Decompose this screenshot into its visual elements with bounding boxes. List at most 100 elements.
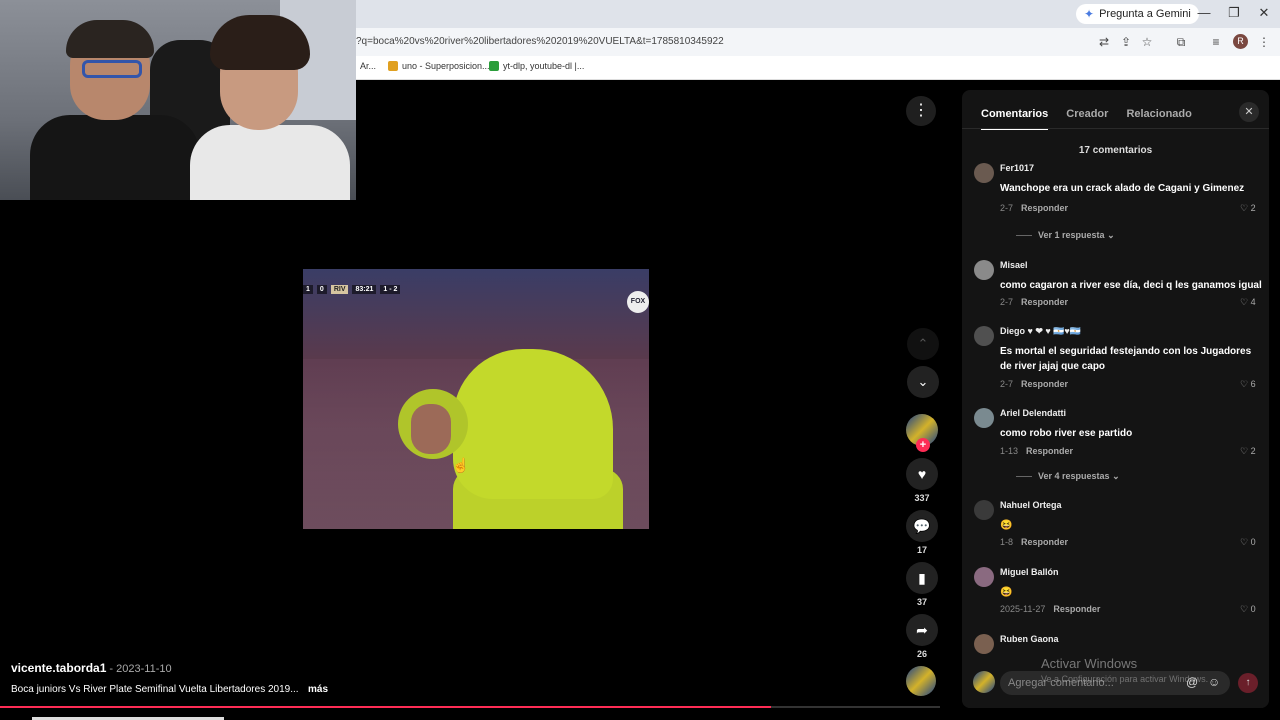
extensions-icon[interactable]: ⧉ bbox=[1173, 34, 1189, 50]
previous-video-icon[interactable]: ⌃ bbox=[907, 328, 939, 360]
save-button[interactable]: ▮ bbox=[906, 562, 938, 594]
comment-username[interactable]: Miguel Ballón bbox=[1000, 567, 1059, 577]
post-author[interactable]: vicente.taborda1 - 2023-11-10 bbox=[11, 661, 172, 675]
replies-line bbox=[1016, 235, 1032, 237]
comment-username[interactable]: Nahuel Ortega bbox=[1000, 500, 1062, 510]
like-button[interactable]: ♥ bbox=[906, 458, 938, 490]
reply-button[interactable]: Responder bbox=[1021, 379, 1068, 389]
avatar[interactable] bbox=[974, 567, 994, 587]
avatar[interactable] bbox=[974, 326, 994, 346]
more-link[interactable]: más bbox=[308, 684, 328, 695]
comment-meta: 2-7 Responder bbox=[1000, 379, 1068, 389]
reply-button[interactable]: Responder bbox=[1021, 203, 1068, 213]
streamer-left-body bbox=[30, 115, 200, 200]
comment-count-label: 17 comentarios bbox=[1078, 145, 1153, 156]
comment-text: como robo river ese partido bbox=[1000, 428, 1133, 439]
comment-meta: 2025-11-27 Responder bbox=[1000, 604, 1100, 614]
player-figure bbox=[453, 349, 613, 499]
music-disc[interactable] bbox=[906, 666, 936, 696]
comment-like-count: 0 bbox=[1250, 604, 1256, 614]
url-input[interactable]: ?q=boca%20vs%20river%20libertadores%2020… bbox=[356, 36, 724, 47]
comment-username[interactable]: Ariel Delendatti bbox=[1000, 408, 1066, 418]
bookmark-item[interactable]: yt-dlp, youtube-dl |... bbox=[489, 61, 584, 71]
avatar[interactable] bbox=[974, 260, 994, 280]
heart-icon: ♥ bbox=[917, 466, 927, 482]
comment-like[interactable]: ♡ 6 bbox=[1240, 379, 1256, 390]
bookmark-label: uno - Superposicion... bbox=[402, 61, 490, 71]
comment-username[interactable]: Misael bbox=[1000, 260, 1028, 270]
avatar[interactable] bbox=[974, 163, 994, 183]
broadcaster-logo: FOX bbox=[627, 291, 649, 313]
webcam-overlay bbox=[0, 0, 356, 200]
more-options-icon[interactable]: ⋮ bbox=[906, 96, 936, 126]
share-button[interactable]: ➦ bbox=[906, 614, 938, 646]
comment-date: 2025-11-27 bbox=[1000, 604, 1046, 614]
match-clock: 83:21 bbox=[352, 284, 377, 294]
minimize-icon[interactable]: — bbox=[1194, 5, 1214, 20]
avatar[interactable] bbox=[974, 500, 994, 520]
next-video-icon[interactable]: ⌄ bbox=[907, 366, 939, 398]
reply-button[interactable]: Responder bbox=[1021, 297, 1068, 307]
video-player[interactable]: 1 0 RIV 83:21 1 - 2 FOX bbox=[303, 269, 649, 529]
save-count: 37 bbox=[916, 597, 927, 607]
tab-creador[interactable]: Creador bbox=[1066, 108, 1108, 130]
comment-like-count: 0 bbox=[1250, 537, 1256, 547]
chevron-down-icon: ⌄ bbox=[1112, 471, 1120, 481]
streamer-right bbox=[180, 15, 350, 200]
bookmark-label: Ar... bbox=[360, 61, 377, 71]
avatar bbox=[973, 671, 995, 693]
panel-tabs: Comentarios Creador Relacionado bbox=[981, 108, 1192, 130]
avatar[interactable] bbox=[974, 408, 994, 428]
activation-watermark-title: Activar Windows bbox=[1041, 656, 1138, 671]
close-panel-icon[interactable]: ✕ bbox=[1239, 102, 1259, 122]
translate-icon[interactable]: ⇄ bbox=[1096, 34, 1112, 50]
comment-like-count: 2 bbox=[1250, 203, 1256, 213]
comment-date: 2-7 bbox=[1000, 297, 1014, 307]
comment-like[interactable]: ♡ 4 bbox=[1240, 297, 1256, 308]
view-replies-button[interactable]: Ver 1 respuesta ⌄ bbox=[1016, 230, 1115, 241]
author-name[interactable]: vicente.taborda1 bbox=[11, 661, 106, 675]
follow-plus-icon[interactable]: + bbox=[916, 438, 930, 452]
bookmark-item[interactable]: Ar... bbox=[360, 61, 376, 71]
reply-button[interactable]: Responder bbox=[1053, 604, 1100, 614]
tab-comentarios[interactable]: Comentarios bbox=[981, 108, 1049, 130]
comment-text: 😆 bbox=[1000, 520, 1013, 531]
media-control-icon[interactable]: ≡ bbox=[1208, 34, 1224, 50]
bookmark-star-icon[interactable]: ☆ bbox=[1139, 34, 1155, 50]
reply-button[interactable]: Responder bbox=[1021, 537, 1068, 547]
comment-like[interactable]: ♡ 0 bbox=[1240, 537, 1256, 548]
install-icon[interactable]: ⇪ bbox=[1118, 34, 1134, 50]
emoji-icon[interactable]: ☺ bbox=[1208, 675, 1220, 689]
score-home: 1 bbox=[303, 284, 313, 294]
send-button[interactable]: ↑ bbox=[1238, 673, 1258, 693]
comment-text: Wanchope era un crack alado de Cagani y … bbox=[1000, 183, 1245, 194]
avatar[interactable] bbox=[974, 634, 994, 654]
comment-button[interactable]: 💬 bbox=[906, 510, 938, 542]
comment-like[interactable]: ♡ 2 bbox=[1240, 203, 1256, 214]
tab-relacionado[interactable]: Relacionado bbox=[1126, 108, 1191, 130]
profile-avatar[interactable]: R bbox=[1233, 34, 1248, 49]
reply-button[interactable]: Responder bbox=[1026, 446, 1073, 456]
comment-like[interactable]: ♡ 2 bbox=[1240, 446, 1256, 457]
streamer-right-hair bbox=[210, 15, 310, 70]
browser-menu-icon[interactable]: ⋮ bbox=[1256, 34, 1272, 50]
video-progress-bar[interactable] bbox=[0, 706, 940, 708]
view-replies-label: Ver 4 respuestas bbox=[1038, 471, 1110, 481]
replies-line bbox=[1016, 476, 1032, 478]
chevron-down-icon: ⌄ bbox=[1107, 230, 1115, 240]
share-icon: ➦ bbox=[916, 622, 928, 638]
gemini-button[interactable]: ✦ Pregunta a Gemini bbox=[1076, 4, 1199, 24]
comment-username[interactable]: Ruben Gaona bbox=[1000, 634, 1059, 644]
comment-username[interactable]: Diego ♥ ❤ ♥ 🇦🇷♥🇦🇷 bbox=[1000, 326, 1081, 337]
comment-date: 2-7 bbox=[1000, 379, 1014, 389]
close-window-icon[interactable]: ✕ bbox=[1254, 5, 1274, 21]
bookmark-item[interactable]: uno - Superposicion... bbox=[388, 61, 490, 71]
view-replies-button[interactable]: Ver 4 respuestas ⌄ bbox=[1016, 471, 1120, 482]
activation-watermark-subtitle: Ve a Configuración para activar Windows. bbox=[1041, 674, 1209, 684]
comment-meta: 2-7 Responder bbox=[1000, 203, 1068, 213]
post-date: - 2023-11-10 bbox=[106, 663, 172, 675]
comment-like-count: 4 bbox=[1250, 297, 1256, 307]
comment-username[interactable]: Fer1017 bbox=[1000, 163, 1034, 173]
restore-icon[interactable]: ❐ bbox=[1224, 5, 1244, 21]
comment-like[interactable]: ♡ 0 bbox=[1240, 604, 1256, 615]
